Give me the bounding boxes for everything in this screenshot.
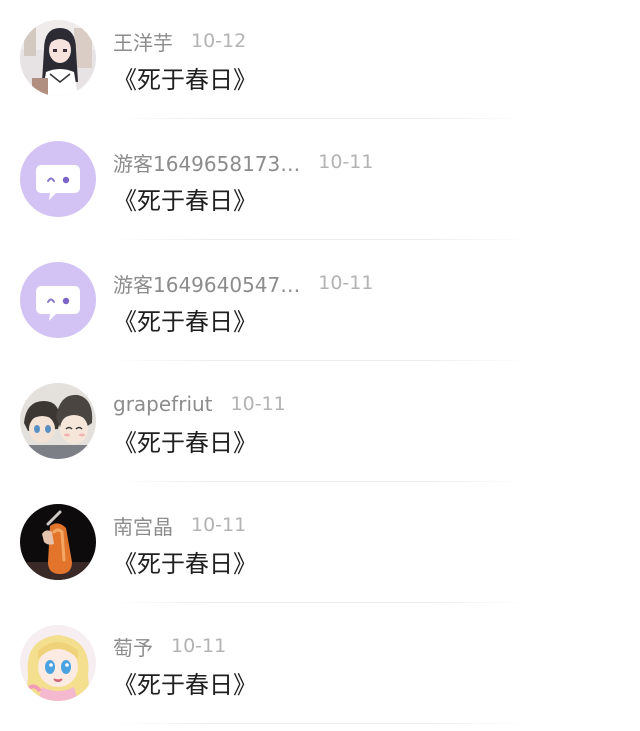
avatar[interactable] — [20, 262, 96, 338]
avatar[interactable] — [20, 141, 96, 217]
guest-chat-bubble-avatar-icon — [20, 141, 96, 217]
divider — [113, 118, 527, 119]
sausage-photo-avatar-icon — [20, 504, 96, 580]
divider — [113, 602, 527, 603]
avatar[interactable] — [20, 383, 96, 459]
username[interactable]: 游客1649658173… — [113, 148, 300, 177]
comment-meta: 游客1649658173… 10-11 — [113, 148, 374, 177]
username[interactable]: 游客1649640547… — [113, 269, 300, 298]
divider — [113, 239, 527, 240]
comment-text: 《死于春日》 — [113, 308, 257, 336]
comment-item[interactable]: 王洋芋 10-12 《死于春日》 — [0, 0, 640, 120]
comment-meta: 南宫晶 10-11 — [113, 511, 247, 540]
username[interactable]: 萄予 — [113, 632, 153, 661]
comment-meta: 游客1649640547… 10-11 — [113, 269, 374, 298]
divider — [113, 723, 527, 724]
avatar[interactable] — [20, 625, 96, 701]
avatar[interactable] — [20, 504, 96, 580]
blonde-anime-girl-avatar-icon — [20, 625, 96, 701]
anime-girl-avatar-icon — [20, 20, 96, 96]
comment-list: 王洋芋 10-12 《死于春日》 游客1649658173… 10-11 《死于… — [0, 0, 640, 731]
comment-item[interactable]: grapefriut 10-11 《死于春日》 — [0, 363, 640, 483]
comment-date: 10-12 — [191, 30, 247, 52]
comment-date: 10-11 — [318, 272, 374, 294]
comment-item[interactable]: 南宫晶 10-11 《死于春日》 — [0, 484, 640, 604]
divider — [113, 481, 527, 482]
comment-meta: 萄予 10-11 — [113, 632, 227, 661]
avatar[interactable] — [20, 20, 96, 96]
divider — [113, 360, 527, 361]
comment-item[interactable]: 萄予 10-11 《死于春日》 — [0, 605, 640, 725]
username[interactable]: grapefriut — [113, 392, 213, 416]
comment-text: 《死于春日》 — [113, 429, 257, 457]
comment-text: 《死于春日》 — [113, 671, 257, 699]
comment-date: 10-11 — [191, 514, 247, 536]
comment-meta: 王洋芋 10-12 — [113, 27, 247, 56]
comment-date: 10-11 — [318, 151, 374, 173]
comment-meta: grapefriut 10-11 — [113, 391, 286, 417]
comment-item[interactable]: 游客1649640547… 10-11 《死于春日》 — [0, 242, 640, 362]
comment-text: 《死于春日》 — [113, 66, 257, 94]
username[interactable]: 南宫晶 — [113, 511, 173, 540]
guest-chat-bubble-avatar-icon — [20, 262, 96, 338]
anime-boys-avatar-icon — [20, 383, 96, 459]
comment-text: 《死于春日》 — [113, 187, 257, 215]
comment-item[interactable]: 游客1649658173… 10-11 《死于春日》 — [0, 121, 640, 241]
comment-date: 10-11 — [171, 635, 227, 657]
username[interactable]: 王洋芋 — [113, 27, 173, 56]
comment-text: 《死于春日》 — [113, 550, 257, 578]
comment-date: 10-11 — [230, 393, 286, 415]
